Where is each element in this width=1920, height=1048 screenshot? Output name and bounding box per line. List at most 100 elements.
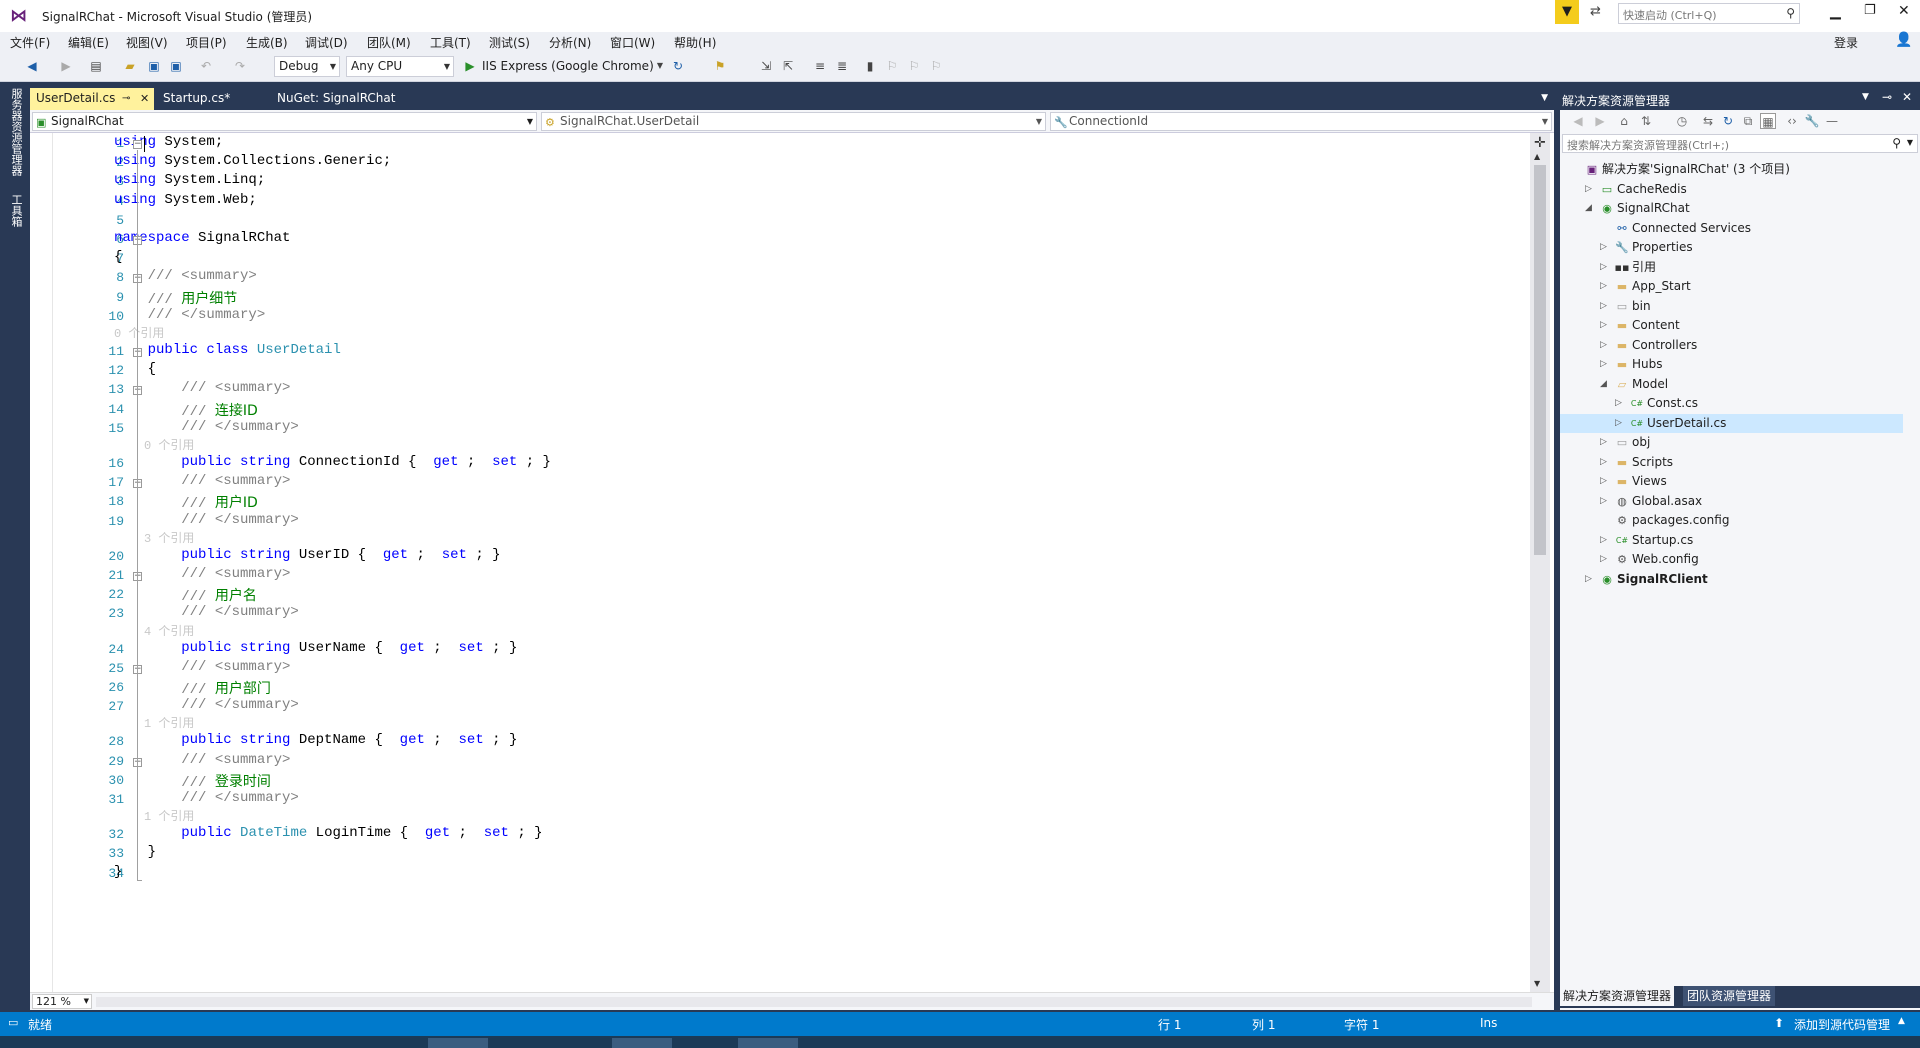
solution-tree-item[interactable]: ⚙ packages.config xyxy=(1560,511,1903,530)
scroll-up-arrow[interactable]: ▲ xyxy=(1534,152,1540,161)
solution-tree-item[interactable]: ▷ ◉ SignalRClient xyxy=(1560,570,1903,589)
code-line[interactable]: using System; xyxy=(114,134,223,150)
expand-arrow-icon[interactable]: ▷ xyxy=(1600,492,1610,511)
code-line[interactable]: public string UserName { get ; set ; } xyxy=(114,640,517,656)
solution-tree-item[interactable]: ▣ 解决方案'SignalRChat' (3 个项目) xyxy=(1560,160,1903,179)
solution-tree-item[interactable]: ▷ ▭ obj xyxy=(1560,433,1903,452)
expand-arrow-icon[interactable]: ▷ xyxy=(1600,472,1610,491)
menu-window[interactable]: 窗口(W) xyxy=(610,34,655,51)
menu-view[interactable]: 视图(V) xyxy=(126,34,168,51)
code-line[interactable]: /// 用户细节 xyxy=(114,288,238,308)
step-icon[interactable]: ⇲ xyxy=(758,58,774,74)
solution-tree-item[interactable]: ◢ ◉ SignalRChat xyxy=(1560,199,1903,218)
menu-project[interactable]: 项目(P) xyxy=(186,34,227,51)
back-icon[interactable]: ◀ xyxy=(1570,113,1586,129)
show-all-files-icon[interactable]: ▦ xyxy=(1760,113,1776,129)
solution-tree-item[interactable]: ▷ ▬ App_Start xyxy=(1560,277,1903,296)
new-project-icon[interactable]: ▤ xyxy=(88,58,104,74)
quick-launch-box[interactable]: 快速启动 (Ctrl+Q) ⚲ xyxy=(1618,3,1800,24)
run-dropdown-icon[interactable]: ▼ xyxy=(652,58,668,74)
codelens-reference-count[interactable]: 3 个引用 xyxy=(144,529,194,546)
outdent-icon[interactable]: ≣ xyxy=(834,58,850,74)
forward-icon[interactable]: ▶ xyxy=(1592,113,1608,129)
restore-button[interactable]: ❐ xyxy=(1864,3,1876,18)
platform-select[interactable]: Any CPU ▼ xyxy=(346,56,454,77)
taskbar-app-button[interactable] xyxy=(428,1038,488,1048)
solution-vertical-scrollbar[interactable] xyxy=(1903,156,1920,996)
next-bookmark-icon[interactable]: ⚐ xyxy=(906,58,922,74)
start-debug-icon[interactable]: ▶ xyxy=(462,58,478,74)
refresh-icon[interactable]: ↻ xyxy=(670,58,686,74)
properties-icon[interactable]: 🔧 xyxy=(1804,113,1820,129)
member-dropdown[interactable]: 🔧 ConnectionId ▼ xyxy=(1050,112,1552,131)
solution-tree-item[interactable]: ▷ ⚙ Web.config xyxy=(1560,550,1903,569)
code-line[interactable]: /// 连接ID xyxy=(114,400,258,420)
back-icon[interactable]: ◀ xyxy=(24,58,40,74)
code-line[interactable]: } xyxy=(114,844,156,860)
solution-search-box[interactable]: 搜索解决方案资源管理器(Ctrl+;) ⚲ ▼ xyxy=(1562,134,1918,153)
expand-arrow-icon[interactable]: ▷ xyxy=(1585,180,1595,199)
open-file-icon[interactable]: ▰ xyxy=(122,58,138,74)
tab-solution-explorer[interactable]: 解决方案资源管理器 xyxy=(1560,986,1675,1006)
start-debug-label[interactable]: IIS Express (Google Chrome) xyxy=(482,59,654,73)
menu-build[interactable]: 生成(B) xyxy=(246,34,288,51)
pending-changes-icon[interactable]: ◷ xyxy=(1674,113,1690,129)
code-line[interactable]: /// </summary> xyxy=(114,604,299,620)
expand-arrow-icon[interactable]: ▷ xyxy=(1600,258,1610,277)
code-line[interactable]: using System.Collections.Generic; xyxy=(114,153,391,169)
scroll-down-arrow[interactable]: ▼ xyxy=(1534,979,1540,988)
preview-icon[interactable]: — xyxy=(1824,113,1840,129)
scrollbar-thumb[interactable] xyxy=(1534,165,1546,555)
close-icon[interactable]: ✕ xyxy=(140,88,149,109)
notification-flag-icon[interactable]: ▼ xyxy=(1555,0,1579,24)
menu-tools[interactable]: 工具(T) xyxy=(430,34,471,51)
code-line[interactable]: using System.Web; xyxy=(114,192,257,208)
close-icon[interactable]: ✕ xyxy=(1902,90,1912,104)
code-line[interactable]: } xyxy=(114,864,122,880)
expand-arrow-icon[interactable]: ▷ xyxy=(1600,238,1610,257)
horizontal-scrollbar[interactable] xyxy=(96,997,1532,1007)
code-line[interactable]: /// 用户名 xyxy=(114,585,257,605)
panel-menu-icon[interactable]: ▼ xyxy=(1862,92,1869,102)
codelens-reference-count[interactable]: 1 个引用 xyxy=(144,714,194,731)
collapse-arrow-icon[interactable]: ◢ xyxy=(1585,199,1595,218)
menu-edit[interactable]: 编辑(E) xyxy=(68,34,109,51)
save-all-icon[interactable]: ▣ xyxy=(168,58,184,74)
home-icon[interactable]: ⌂ xyxy=(1616,113,1632,129)
expand-arrow-icon[interactable]: ▷ xyxy=(1615,394,1625,413)
solution-tree-item[interactable]: ▷ C# Const.cs xyxy=(1560,394,1903,413)
pin-icon[interactable]: ⊸ xyxy=(122,88,130,109)
prev-bookmark-icon[interactable]: ⚐ xyxy=(884,58,900,74)
expand-arrow-icon[interactable]: ▷ xyxy=(1600,550,1610,569)
tab-nuget[interactable]: NuGet: SignalRChat xyxy=(271,88,401,110)
redo-icon[interactable]: ↷ xyxy=(232,58,248,74)
solution-tree-item[interactable]: ◢ ▱ Model xyxy=(1560,375,1903,394)
code-line[interactable]: /// </summary> xyxy=(114,512,299,528)
expand-arrow-icon[interactable]: ▷ xyxy=(1600,433,1610,452)
code-line[interactable]: /// </summary> xyxy=(114,697,299,713)
expand-arrow-icon[interactable]: ▷ xyxy=(1615,414,1625,433)
solution-tree-item[interactable]: ▷ ▭ CacheRedis xyxy=(1560,180,1903,199)
save-icon[interactable]: ▣ xyxy=(146,58,162,74)
solution-tree-item[interactable]: ▷ C# Startup.cs xyxy=(1560,531,1903,550)
undo-icon[interactable]: ↶ xyxy=(198,58,214,74)
solution-tree-item[interactable]: ▷ ▬ Controllers xyxy=(1560,336,1903,355)
expand-arrow-icon[interactable]: ▷ xyxy=(1600,355,1610,374)
code-line[interactable]: public string ConnectionId { get ; set ;… xyxy=(114,454,551,470)
expand-arrow-icon[interactable]: ▷ xyxy=(1600,277,1610,296)
solution-tree-item[interactable]: ▷ ▬ Content xyxy=(1560,316,1903,335)
toolbox-tab[interactable]: 工具箱 xyxy=(8,194,24,227)
code-line[interactable]: /// </summary> xyxy=(114,419,299,435)
editor-vertical-scrollbar[interactable]: ✛ ▲ ▼ xyxy=(1530,133,1550,1000)
expand-arrow-icon[interactable]: ▷ xyxy=(1600,453,1610,472)
code-line[interactable]: public string UserID { get ; set ; } xyxy=(114,547,500,563)
login-link[interactable]: 登录 xyxy=(1834,34,1858,51)
add-to-source-control-button[interactable]: 添加到源代码管理 xyxy=(1794,1016,1890,1033)
codelens-reference-count[interactable]: 4 个引用 xyxy=(144,622,194,639)
solution-tree-item[interactable]: ▷ ◍ Global.asax xyxy=(1560,492,1903,511)
project-dropdown[interactable]: ▣ SignalRChat ▼ xyxy=(32,112,537,131)
clear-bookmark-icon[interactable]: ⚐ xyxy=(928,58,944,74)
zoom-select[interactable]: 121 % ▼ xyxy=(32,994,92,1009)
server-explorer-tab[interactable]: 服务器资源管理器 xyxy=(8,88,24,176)
feedback-icon[interactable]: ⇄ xyxy=(1590,4,1601,19)
